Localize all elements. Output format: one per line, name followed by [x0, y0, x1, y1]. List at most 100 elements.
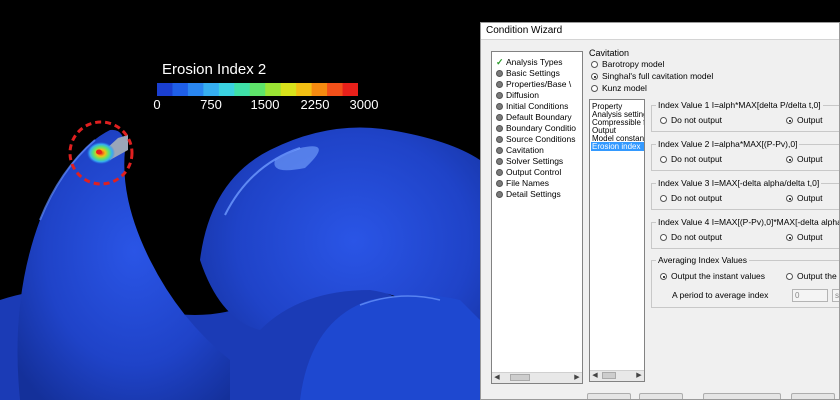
tree-item-analysis-types[interactable]: ✓ Analysis Types — [496, 57, 563, 68]
node-icon — [496, 158, 503, 165]
index3-do-not-output[interactable]: Do not output — [660, 193, 722, 204]
radio-button[interactable] — [660, 273, 667, 280]
index-value-2-group: Index Value 2 I=alpha*MAX[(P-Pv),0] Do n… — [651, 139, 839, 171]
dialog-button[interactable] — [703, 393, 781, 399]
propeller-render — [0, 120, 480, 400]
tree-item-diffusion[interactable]: Diffusion — [496, 90, 539, 101]
scrollbar-thumb[interactable] — [510, 374, 530, 381]
legend-color-segment — [311, 83, 328, 96]
index-value-4-group: Index Value 4 I=MAX[(P-Pv),0]*MAX[-delta… — [651, 217, 839, 249]
tree-item-solver-settings[interactable]: Solver Settings — [496, 156, 563, 167]
radio-button[interactable] — [786, 234, 793, 241]
index4-output[interactable]: Output — [786, 232, 823, 243]
legend-tick: 750 — [200, 97, 222, 112]
index2-do-not-output[interactable]: Do not output — [660, 154, 722, 165]
cfd-visualization: Erosion Index 2 0 750 1500 2250 3000 — [0, 0, 480, 400]
legend-color-segment — [218, 83, 235, 96]
category-list[interactable]: Property Analysis settings Compressible … — [589, 99, 645, 382]
tree-item-properties[interactable]: Properties/Base \ — [496, 79, 571, 90]
radio-output-average-values[interactable]: Output the ave — [786, 271, 839, 282]
index4-do-not-output[interactable]: Do not output — [660, 232, 722, 243]
dialog-title: Condition Wizard — [481, 23, 839, 40]
legend-color-segment — [172, 83, 189, 96]
index3-output[interactable]: Output — [786, 193, 823, 204]
radio-button[interactable] — [786, 195, 793, 202]
legend-color-segment — [249, 83, 266, 96]
node-icon — [496, 125, 503, 132]
node-icon — [496, 169, 503, 176]
index-value-3-group: Index Value 3 I=MAX[-delta alpha/delta t… — [651, 178, 839, 210]
tree-item-detail-settings[interactable]: Detail Settings — [496, 189, 561, 200]
legend-color-bar — [157, 83, 358, 96]
legend-color-segment — [203, 83, 220, 96]
legend-color-segment — [327, 83, 344, 96]
radio-button[interactable] — [660, 156, 667, 163]
tree-item-boundary-conditions[interactable]: Boundary Conditio — [496, 123, 576, 134]
left-blade — [17, 129, 230, 400]
averaging-index-group: Averaging Index Values Output the instan… — [651, 255, 839, 308]
settings-tree[interactable]: ✓ Analysis Types Basic Settings Propertie… — [491, 51, 583, 384]
list-horizontal-scrollbar[interactable]: ◀ ▶ — [590, 370, 644, 381]
scroll-left-icon[interactable]: ◀ — [590, 371, 600, 381]
tree-horizontal-scrollbar[interactable]: ◀ ▶ — [492, 372, 582, 383]
legend-color-segment — [187, 83, 204, 96]
scroll-left-icon[interactable]: ◀ — [492, 373, 502, 383]
tree-item-initial-conditions[interactable]: Initial Conditions — [496, 101, 568, 112]
legend-tick: 2250 — [300, 97, 330, 112]
node-icon — [496, 114, 503, 121]
radio-button[interactable] — [660, 117, 667, 124]
scroll-right-icon[interactable]: ▶ — [634, 371, 644, 381]
tree-item-file-names[interactable]: File Names — [496, 178, 549, 189]
tree-item-output-control[interactable]: Output Control — [496, 167, 561, 178]
legend-color-segment — [296, 83, 313, 96]
node-icon — [496, 191, 503, 198]
legend-color-segment — [234, 83, 251, 96]
radio-button[interactable] — [786, 117, 793, 124]
legend-color-segment — [265, 83, 282, 96]
radio-button[interactable] — [591, 85, 598, 92]
radio-button[interactable] — [786, 273, 793, 280]
legend-tick: 0 — [153, 97, 161, 112]
node-icon — [496, 92, 503, 99]
radio-button[interactable] — [660, 195, 667, 202]
period-input[interactable]: 0 — [792, 289, 828, 302]
dialog-button[interactable] — [639, 393, 683, 399]
index1-do-not-output[interactable]: Do not output — [660, 115, 722, 126]
radio-kunz-model[interactable]: Kunz model — [591, 83, 647, 94]
cavitation-label: Cavitation — [589, 48, 630, 58]
node-icon — [496, 180, 503, 187]
list-item-erosion-index[interactable]: Erosion index — [591, 142, 644, 151]
legend-color-segment — [342, 83, 358, 96]
legend-color-segment — [157, 83, 173, 96]
scrollbar-thumb[interactable] — [602, 372, 616, 379]
radio-output-instant-values[interactable]: Output the instant values — [660, 271, 765, 282]
index1-output[interactable]: Output — [786, 115, 823, 126]
period-label: A period to average index — [672, 290, 769, 300]
legend-color-segment — [280, 83, 297, 96]
radio-button[interactable] — [660, 234, 667, 241]
radio-barotropy-model[interactable]: Barotropy model — [591, 59, 664, 70]
dialog-button[interactable] — [587, 393, 631, 399]
radio-button[interactable] — [591, 73, 598, 80]
index2-output[interactable]: Output — [786, 154, 823, 165]
tree-item-source-conditions[interactable]: Source Conditions — [496, 134, 575, 145]
legend-tick: 3000 — [349, 97, 379, 112]
period-unit-field[interactable]: s — [832, 289, 839, 302]
tree-item-default-boundary[interactable]: Default Boundary — [496, 112, 572, 123]
node-icon — [496, 147, 503, 154]
radio-singhal-model[interactable]: Singhal's full cavitation model — [591, 71, 713, 82]
tree-item-basic-settings[interactable]: Basic Settings — [496, 68, 560, 79]
node-icon — [496, 103, 503, 110]
legend-tick: 1500 — [250, 97, 280, 112]
dialog-button[interactable] — [791, 393, 835, 399]
scroll-right-icon[interactable]: ▶ — [572, 373, 582, 383]
radio-button[interactable] — [786, 156, 793, 163]
node-icon — [496, 136, 503, 143]
node-icon — [496, 70, 503, 77]
index-value-1-group: Index Value 1 I=alph*MAX[delta P/delta t… — [651, 100, 839, 132]
node-icon — [496, 81, 503, 88]
tree-item-cavitation[interactable]: Cavitation — [496, 145, 544, 156]
legend-title: Erosion Index 2 — [162, 61, 267, 78]
checkmark-icon: ✓ — [496, 57, 504, 67]
radio-button[interactable] — [591, 61, 598, 68]
